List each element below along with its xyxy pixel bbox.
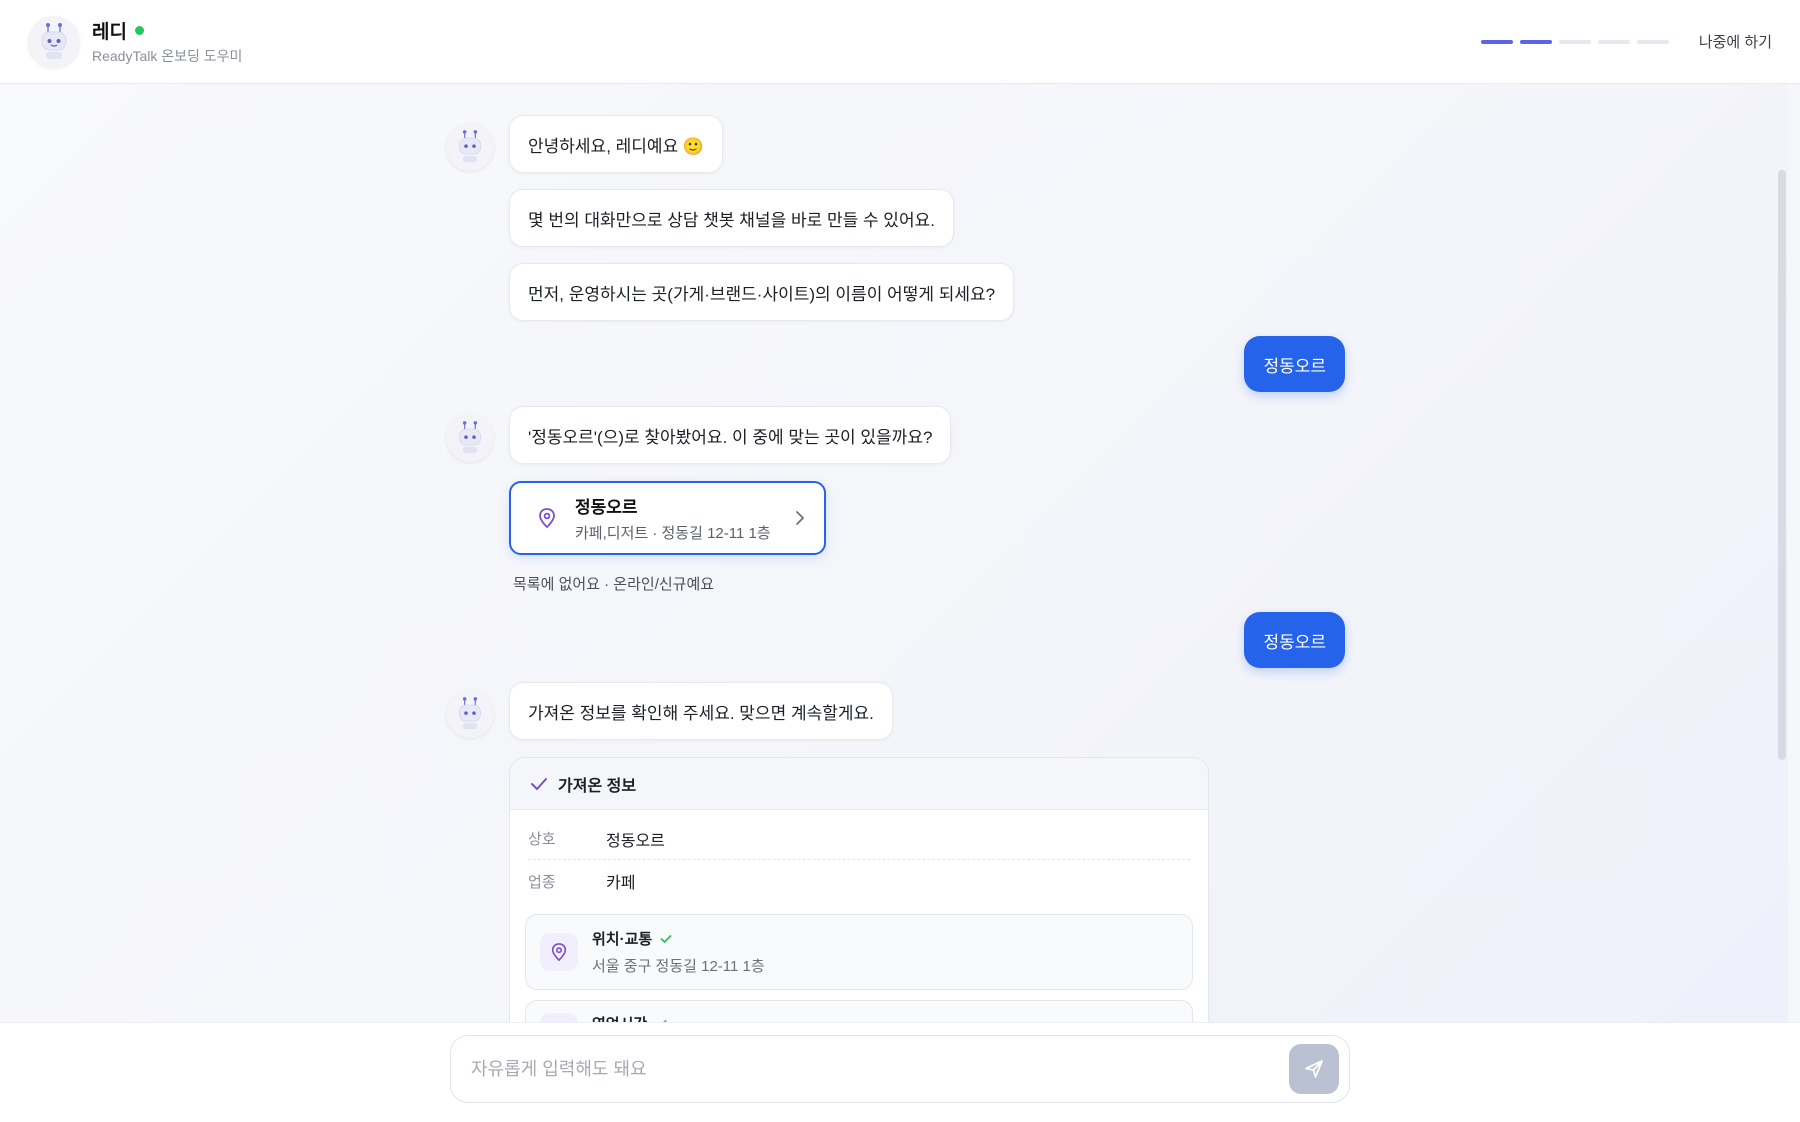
bot-message: 안녕하세요, 레디예요 🙂 xyxy=(509,115,724,173)
robot-icon xyxy=(458,130,482,163)
chevron-right-icon xyxy=(796,511,804,525)
place-meta: 카페,디저트 · 정동길 12-11 1층 xyxy=(575,525,771,542)
progress-segment xyxy=(1558,39,1591,44)
info-key: 업종 xyxy=(528,873,556,891)
robot-icon xyxy=(458,697,482,730)
fetched-info-card: 가져온 정보 상호 정동오르 업종 카페 위치·교통 서울 중구 정동길 12-… xyxy=(509,757,1209,1022)
send-icon xyxy=(1305,1060,1323,1078)
location-pin-icon xyxy=(539,508,555,529)
user-message: 정동오르 xyxy=(1244,612,1345,668)
bot-message: 먼저, 운영하시는 곳(가게·브랜드·사이트)의 이름이 어떻게 되세요? xyxy=(509,263,1015,321)
info-value: 카페 xyxy=(606,875,636,892)
composer-bar xyxy=(0,1022,1800,1122)
bot-message: 가져온 정보를 확인해 주세요. 맞으면 계속할게요. xyxy=(509,682,893,740)
assistant-avatar xyxy=(28,15,80,68)
onboarding-progress xyxy=(1480,39,1669,44)
fetched-info-title: 가져온 정보 xyxy=(558,777,637,795)
info-row-business-name: 상호 정동오르 xyxy=(528,818,1190,860)
location-title: 위치·교통 xyxy=(592,931,653,948)
location-pin-icon xyxy=(540,933,578,971)
progress-segment xyxy=(1636,39,1669,44)
hours-title: 영업시간 xyxy=(592,1013,647,1022)
location-desc: 서울 중구 정동길 12-11 1층 xyxy=(592,958,765,975)
bot-avatar xyxy=(446,123,494,171)
message-input[interactable] xyxy=(471,1058,1289,1080)
user-message: 정동오르 xyxy=(1244,336,1345,392)
place-name: 정동오르 xyxy=(575,498,638,517)
chat-scrollbar[interactable] xyxy=(1778,170,1786,760)
bot-message: '정동오르'(으)로 찾아봤어요. 이 중에 맞는 곳이 있을까요? xyxy=(509,406,952,464)
bot-message: 몇 번의 대화만으로 상담 챗봇 채널을 바로 만들 수 있어요. xyxy=(509,189,954,247)
progress-segment xyxy=(1480,39,1513,44)
not-listed-link[interactable]: 목록에 없어요 · 온라인/신규예요 xyxy=(513,573,714,594)
robot-icon xyxy=(458,421,482,454)
later-button[interactable]: 나중에 하기 xyxy=(1699,31,1772,52)
assistant-subtitle: ReadyTalk 온보딩 도우미 xyxy=(92,48,243,64)
place-result-card[interactable]: 정동오르 카페,디저트 · 정동길 12-11 1층 xyxy=(509,481,826,555)
check-icon xyxy=(531,777,547,790)
app-header: 레디 ReadyTalk 온보딩 도우미 나중에 하기 xyxy=(0,0,1800,84)
progress-segment xyxy=(1519,39,1552,44)
bot-avatar xyxy=(446,690,494,738)
info-value: 정동오르 xyxy=(606,832,665,850)
info-row-category: 업종 카페 xyxy=(528,860,1190,902)
assistant-brand: 레디 ReadyTalk 온보딩 도우미 xyxy=(92,17,242,66)
hours-section[interactable]: 영업시간 xyxy=(525,1000,1193,1022)
clock-icon xyxy=(540,1013,578,1022)
verified-check-icon xyxy=(660,934,672,943)
chat-area[interactable]: 안녕하세요, 레디예요 🙂 몇 번의 대화만으로 상담 챗봇 채널을 바로 만들… xyxy=(0,84,1788,1022)
send-button[interactable] xyxy=(1289,1044,1339,1094)
info-key: 상호 xyxy=(528,831,556,848)
assistant-name: 레디 xyxy=(92,22,127,43)
composer xyxy=(450,1035,1350,1103)
location-section[interactable]: 위치·교통 서울 중구 정동길 12-11 1층 xyxy=(525,914,1193,990)
online-status-icon xyxy=(134,26,144,35)
robot-icon xyxy=(41,22,67,59)
bot-avatar xyxy=(446,414,494,462)
progress-segment xyxy=(1597,39,1630,44)
